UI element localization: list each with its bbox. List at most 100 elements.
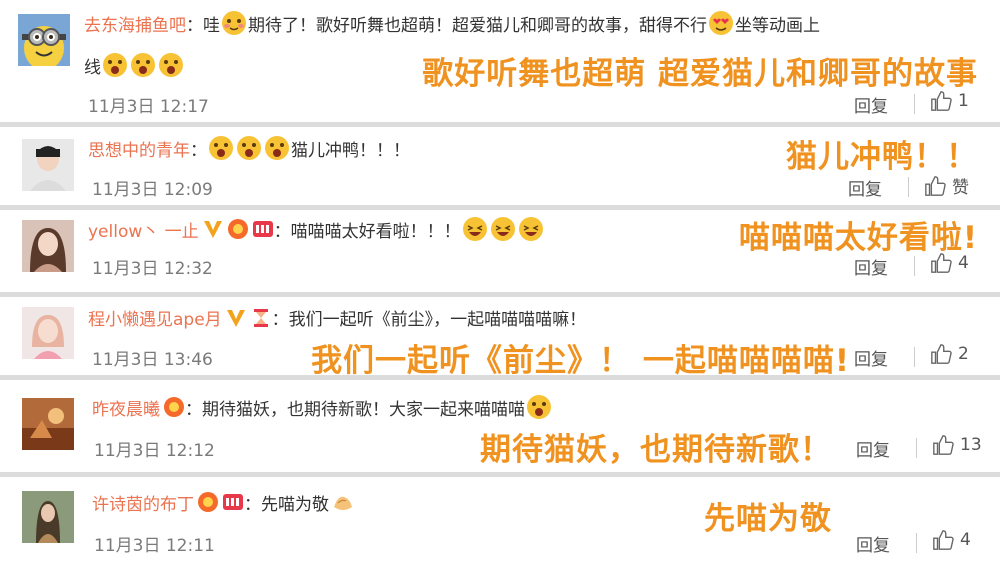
- girl-avatar-icon: [22, 220, 74, 272]
- shocked-emoji-icon: [130, 52, 156, 78]
- action-divider: [914, 94, 915, 114]
- username-link[interactable]: yellow丶 一止: [88, 217, 199, 242]
- like-count: 13: [960, 435, 982, 455]
- overlay-caption: 期待猫妖，也期待新歌！: [480, 432, 832, 468]
- reply-button[interactable]: 回复: [848, 175, 882, 200]
- comment-text-part: 坐等动画上: [735, 15, 820, 36]
- thumbs-up-icon: [931, 344, 952, 364]
- comment-text-part: ：期待猫妖，也期待新歌！大家一起来喵喵喵: [185, 399, 525, 420]
- comment-item: 许诗茵的布丁 ：先喵为敬 先喵为敬 11月3日 12:11 回复 4: [0, 477, 1000, 561]
- avatar[interactable]: [22, 307, 74, 359]
- comment-text: 程小懒遇见ape月 ：我们一起听《前尘》，一起喵喵喵喵嘛！: [88, 305, 586, 330]
- thumbs-up-icon: [925, 175, 946, 196]
- avatar[interactable]: [22, 220, 74, 272]
- action-divider: [914, 347, 915, 367]
- like-button[interactable]: 13: [932, 434, 982, 456]
- like-count: 1: [958, 91, 969, 111]
- avatar[interactable]: [22, 398, 74, 450]
- comment-item: 去东海捕鱼吧 ：哇 期待了！歌好听舞也超萌！超爱猫儿和卿哥的故事，甜得不行 坐等…: [0, 0, 1000, 122]
- cheers-emoji-icon: [330, 489, 356, 515]
- laughing-emoji-icon: [462, 216, 488, 242]
- like-count: 4: [960, 530, 971, 550]
- portrait-avatar-icon: [22, 491, 74, 543]
- comment-text-part: ：喵喵喵太好看啦！！！: [273, 221, 461, 242]
- thumbs-up-icon: [931, 253, 952, 273]
- thumbs-up-icon: [931, 91, 952, 111]
- comment-text-part: ：: [190, 140, 207, 161]
- thumbs-up-icon: [933, 435, 954, 455]
- vip-badge-icon: [163, 396, 185, 418]
- comment-text-part: 期待了！歌好听舞也超萌！超爱猫儿和卿哥的故事，甜得不行: [248, 15, 707, 36]
- action-divider: [908, 177, 909, 197]
- laughing-emoji-icon: [490, 216, 516, 242]
- comment-text-part: ：我们一起听《前尘》，一起喵喵喵喵嘛！: [271, 310, 587, 330]
- like-button[interactable]: 2: [930, 343, 969, 365]
- avatar[interactable]: [22, 139, 74, 191]
- action-divider: [914, 256, 915, 276]
- minion-avatar-icon: [18, 14, 70, 66]
- laughing-emoji-icon: [518, 216, 544, 242]
- heart-eyes-emoji-icon: [708, 10, 734, 36]
- vip-badge-icon: [197, 491, 219, 513]
- comment-text: 去东海捕鱼吧 ：哇 期待了！歌好听舞也超萌！超爱猫儿和卿哥的故事，甜得不行 坐等…: [84, 10, 820, 36]
- like-count: 赞: [952, 178, 969, 198]
- like-button[interactable]: 1: [930, 90, 969, 112]
- reply-button[interactable]: 回复: [856, 531, 890, 556]
- comment-timestamp: 11月3日 13:46: [92, 350, 213, 370]
- verified-v-icon: [225, 307, 247, 329]
- like-button[interactable]: 赞: [924, 173, 969, 198]
- verified-v-icon: [202, 218, 224, 240]
- reply-button[interactable]: 回复: [854, 92, 888, 117]
- like-count: 4: [958, 253, 969, 273]
- overlay-caption: 我们一起听《前尘》！ 一起喵喵喵喵!: [311, 343, 850, 379]
- comment-item: 昨夜晨曦 ：期待猫妖，也期待新歌！大家一起来喵喵喵 期待猫妖，也期待新歌！ 11…: [0, 380, 1000, 472]
- member-badge-icon: [252, 218, 274, 240]
- hourglass-badge-icon: [250, 307, 272, 329]
- like-count: 2: [958, 344, 969, 364]
- username-link[interactable]: 思想中的青年: [88, 136, 190, 161]
- comment-text-continued: 线: [84, 52, 185, 78]
- comment-text: 许诗茵的布丁 ：先喵为敬: [92, 489, 357, 515]
- shocked-emoji-icon: [236, 135, 262, 161]
- comment-timestamp: 11月3日 12:32: [92, 259, 213, 279]
- shocked-emoji-icon: [264, 135, 290, 161]
- comment-timestamp: 11月3日 12:17: [88, 97, 209, 117]
- username-link[interactable]: 许诗茵的布丁: [92, 490, 194, 515]
- comment-text: yellow丶 一止 ：喵喵喵太好看啦！！！: [88, 216, 545, 242]
- thumbs-up-icon: [933, 530, 954, 550]
- like-button[interactable]: 4: [930, 252, 969, 274]
- overlay-caption: 猫儿冲鸭！！: [786, 139, 978, 175]
- overlay-caption: 先喵为敬: [704, 501, 832, 537]
- action-divider: [916, 438, 917, 458]
- reply-button[interactable]: 回复: [856, 436, 890, 461]
- shocked-emoji-icon: [158, 52, 184, 78]
- like-button[interactable]: 4: [932, 529, 971, 551]
- comment-timestamp: 11月3日 12:11: [94, 536, 215, 556]
- overlay-caption: 歌好听舞也超萌 超爱猫儿和卿哥的故事: [422, 56, 978, 92]
- reply-button[interactable]: 回复: [854, 345, 888, 370]
- comment-item: 程小懒遇见ape月 ：我们一起听《前尘》，一起喵喵喵喵嘛！ 我们一起听《前尘》！…: [0, 297, 1000, 379]
- comment-text-part: 猫儿冲鸭！！！: [291, 140, 410, 161]
- vip-badge-icon: [227, 218, 249, 240]
- reply-button[interactable]: 回复: [854, 254, 888, 279]
- comment-timestamp: 11月3日 12:12: [94, 441, 215, 461]
- comment-item: 思想中的青年 ： 猫儿冲鸭！！！ 猫儿冲鸭！！ 11月3日 12:09 回复 赞: [0, 127, 1000, 205]
- comment-text: 昨夜晨曦 ：期待猫妖，也期待新歌！大家一起来喵喵喵: [92, 394, 553, 420]
- username-link[interactable]: 程小懒遇见ape月: [88, 305, 222, 330]
- shocked-emoji-icon: [208, 135, 234, 161]
- comment-text-part: 线: [84, 57, 101, 78]
- comment-item: yellow丶 一止 ：喵喵喵太好看啦！！！ 喵喵喵太好看啦! 11月3日 12…: [0, 210, 1000, 292]
- action-divider: [916, 533, 917, 553]
- avatar[interactable]: [18, 14, 70, 66]
- username-link[interactable]: 去东海捕鱼吧: [84, 11, 186, 36]
- username-link[interactable]: 昨夜晨曦: [92, 395, 160, 420]
- blush-emoji-icon: [221, 10, 247, 36]
- comment-text-part: ：哇: [186, 15, 220, 36]
- girl-avatar-2-icon: [22, 307, 74, 359]
- comment-text: 思想中的青年 ： 猫儿冲鸭！！！: [88, 135, 410, 161]
- comment-timestamp: 11月3日 12:09: [92, 180, 213, 200]
- member-badge-icon: [222, 491, 244, 513]
- avatar[interactable]: [22, 491, 74, 543]
- shocked-emoji-icon: [526, 394, 552, 420]
- person-avatar-icon: [22, 139, 74, 191]
